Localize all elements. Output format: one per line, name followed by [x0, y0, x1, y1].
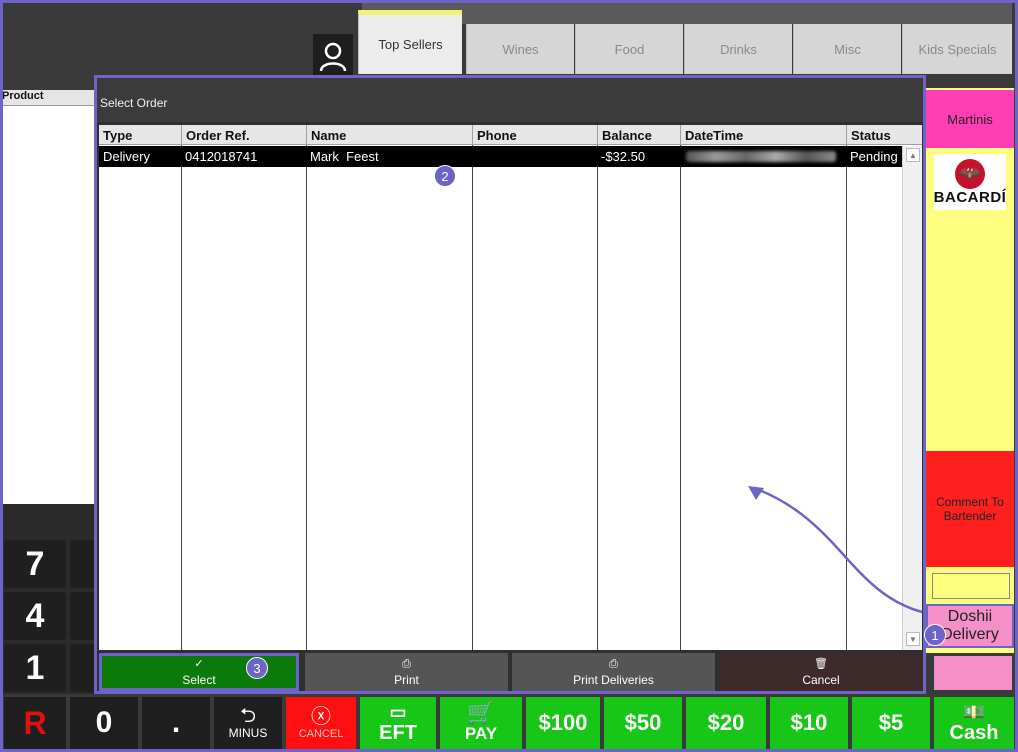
annotation-arrow	[748, 486, 923, 614]
key-dot[interactable]: .	[142, 697, 210, 749]
scroll-up-icon[interactable]: ▲	[906, 148, 920, 162]
col-type[interactable]: Type	[99, 125, 181, 145]
step-badge-2: 2	[434, 165, 456, 187]
tab-label: Drinks	[720, 41, 757, 57]
col-datetime[interactable]: DateTime	[680, 125, 846, 145]
bat-logo-icon: 🦇	[955, 158, 985, 189]
tab-label: Food	[614, 41, 645, 57]
key-4[interactable]: 4	[4, 592, 66, 640]
eft-button[interactable]: ▭ EFT	[360, 697, 436, 749]
step-badge-3: 3	[246, 657, 268, 679]
printer-icon: ⎙	[609, 657, 618, 670]
cash-5-button[interactable]: $5	[852, 697, 930, 749]
cancel-dialog-label: Cancel	[802, 672, 840, 687]
bacardi-button[interactable]: 🦇 BACARDÍ	[934, 154, 1006, 210]
col-order-ref[interactable]: Order Ref.	[181, 125, 306, 145]
column-divider	[181, 145, 182, 650]
pay-button[interactable]: 🛒 PAY	[440, 697, 522, 749]
product-header: Product	[0, 90, 96, 106]
cancel-sale-button[interactable]: ⓧ CANCEL	[286, 697, 356, 749]
right-button-column: Martinis 🦇 BACARDÍ Comment To Bartender …	[926, 88, 1014, 653]
eft-label: EFT	[379, 721, 417, 744]
column-divider	[306, 145, 307, 650]
tab-food[interactable]: Food	[575, 24, 683, 74]
user-icon	[319, 42, 347, 72]
comment-to-bartender-button[interactable]: Comment To Bartender	[926, 451, 1014, 567]
cancel-circle-icon: ⓧ	[311, 706, 331, 728]
print-label: Print	[394, 672, 419, 687]
table-row[interactable]: Delivery 0412018741 Mark Feest -$32.50 P…	[99, 146, 902, 167]
tab-kids-specials[interactable]: Kids Specials	[902, 24, 1012, 74]
cash-10-button[interactable]: $10	[770, 697, 848, 749]
column-divider	[597, 145, 598, 650]
comment-label: Comment To Bartender	[936, 495, 1004, 523]
pay-label: PAY	[464, 724, 498, 743]
tab-top-sellers[interactable]: Top Sellers	[358, 10, 462, 74]
cell-phone	[472, 146, 597, 167]
tab-label: Misc	[834, 41, 861, 57]
col-phone[interactable]: Phone	[472, 125, 597, 145]
cell-name: Mark Feest	[310, 149, 379, 164]
tab-misc[interactable]: Misc	[793, 24, 901, 74]
select-label: Select	[182, 672, 216, 687]
key-5[interactable]	[70, 592, 96, 640]
cash-button[interactable]: 💵 Cash	[934, 697, 1014, 749]
print-deliveries-label: Print Deliveries	[573, 672, 654, 687]
bacardi-logo-text: BACARDÍ	[933, 188, 1007, 206]
cell-status: Pending	[850, 149, 898, 164]
tab-wines[interactable]: Wines	[466, 24, 574, 74]
cash-100-button[interactable]: $100	[526, 697, 600, 749]
tab-label: Wines	[502, 41, 539, 57]
money-icon: 💵	[962, 701, 986, 722]
redaction-blur	[686, 151, 836, 162]
cash-label: Cash	[949, 721, 999, 744]
key-r[interactable]: R	[4, 697, 66, 749]
scroll-down-icon[interactable]: ▼	[906, 632, 920, 646]
column-divider	[680, 145, 681, 650]
tab-label: Kids Specials	[918, 41, 997, 57]
key-1[interactable]: 1	[4, 644, 66, 692]
cell-order-ref: 0412018741	[185, 149, 258, 164]
col-name[interactable]: Name	[306, 125, 472, 145]
cash-20-button[interactable]: $20	[686, 697, 766, 749]
column-divider	[472, 145, 473, 650]
cancel-dialog-button[interactable]: 🗑 Cancel	[719, 653, 923, 691]
tab-label: Top Sellers	[378, 37, 443, 52]
key-2[interactable]	[70, 644, 96, 692]
martinis-label: Martinis	[947, 111, 993, 127]
key-7[interactable]: 7	[4, 540, 66, 588]
faded-pink-button[interactable]	[934, 656, 1012, 690]
step-badge-1: 1	[924, 624, 946, 646]
cell-type: Delivery	[103, 149, 150, 164]
cart-icon: 🛒	[467, 700, 495, 725]
user-button[interactable]	[313, 34, 353, 78]
cell-datetime-redacted	[680, 146, 846, 167]
key-8[interactable]	[70, 540, 96, 588]
table-header: Type Order Ref. Name Phone Balance DateT…	[99, 125, 922, 145]
cash-50-button[interactable]: $50	[604, 697, 682, 749]
dialog-title: Select Order	[97, 78, 923, 122]
select-button[interactable]: ✓ Select	[99, 653, 299, 691]
product-list: Product	[0, 90, 96, 504]
tab-drinks[interactable]: Drinks	[684, 24, 792, 74]
col-status[interactable]: Status	[846, 125, 922, 145]
cancel-sale-label: CANCEL	[298, 728, 344, 740]
checkmark-icon: ✓	[194, 657, 204, 670]
key-0[interactable]: 0	[70, 697, 138, 749]
trash-icon: 🗑	[814, 657, 828, 670]
printer-icon: ⎙	[402, 657, 411, 670]
minus-label: MINUS	[228, 726, 268, 740]
print-button[interactable]: ⎙ Print	[305, 653, 508, 691]
col-balance[interactable]: Balance	[597, 125, 680, 145]
undo-icon: ⮌	[239, 705, 257, 727]
faded-button[interactable]	[932, 573, 1010, 599]
print-deliveries-button[interactable]: ⎙ Print Deliveries	[512, 653, 715, 691]
card-icon: ▭	[389, 701, 407, 722]
martinis-button[interactable]: Martinis	[926, 90, 1014, 148]
cell-balance: -$32.50	[601, 149, 646, 164]
minus-button[interactable]: ⮌ MINUS	[214, 697, 282, 749]
